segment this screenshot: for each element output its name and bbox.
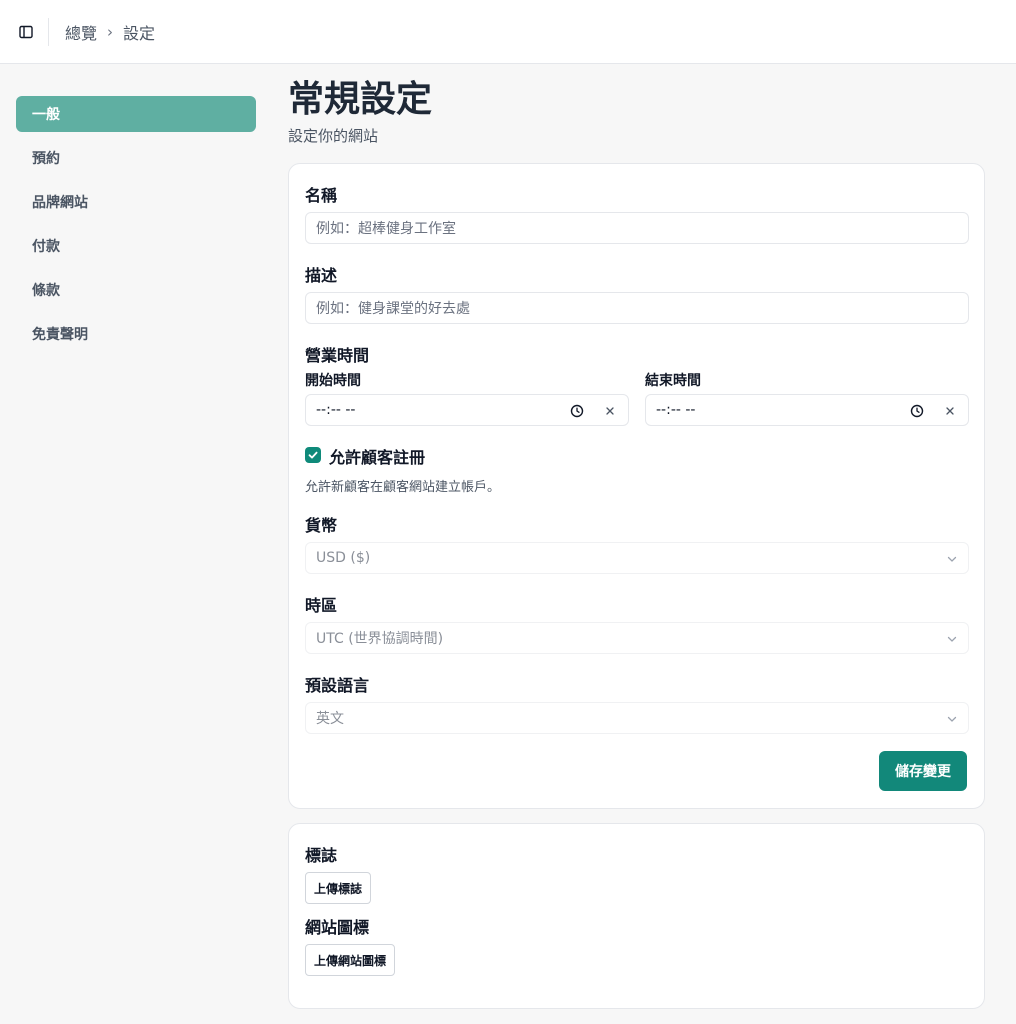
end-time-input[interactable]: --:-- -- <box>645 394 969 426</box>
nav-item-branded-site[interactable]: 品牌網站 <box>16 184 256 220</box>
chevron-down-icon <box>947 556 957 562</box>
timezone-value: UTC (世界協調時間) <box>316 631 444 647</box>
timezone-label: 時區 <box>305 596 338 615</box>
divider <box>48 17 49 46</box>
top-bar: 總覽 › 設定 <box>0 0 1016 64</box>
language-value: 英文 <box>316 711 344 727</box>
name-label: 名稱 <box>305 186 338 205</box>
start-time-label: 開始時間 <box>305 373 361 389</box>
currency-value: USD ($) <box>316 550 371 566</box>
breadcrumb-overview[interactable]: 總覽 <box>65 20 97 44</box>
start-time-input[interactable]: --:-- -- <box>305 394 629 426</box>
nav-item-general[interactable]: 一般 <box>16 96 256 132</box>
start-time-value: --:-- -- <box>316 402 356 418</box>
end-time-value: --:-- -- <box>656 402 696 418</box>
page-header: 常規設定 設定你的網站 <box>288 78 985 146</box>
language-label: 預設語言 <box>305 676 370 695</box>
end-time-label: 結束時間 <box>645 373 701 389</box>
breadcrumb: 總覽 › 設定 <box>65 20 155 44</box>
nav-item-booking[interactable]: 預約 <box>16 140 256 176</box>
nav-item-disclaimer[interactable]: 免責聲明 <box>16 316 256 352</box>
breadcrumb-separator: › <box>107 22 114 41</box>
business-hours-label: 營業時間 <box>305 346 370 365</box>
name-input[interactable]: 例如：超棒健身工作室 <box>305 212 969 244</box>
timezone-select[interactable]: UTC (世界協調時間) <box>305 622 969 654</box>
page-title: 常規設定 <box>288 79 433 120</box>
clock-icon[interactable] <box>910 404 924 418</box>
chevron-down-icon <box>947 636 957 642</box>
favicon-label: 網站圖標 <box>305 918 370 937</box>
settings-nav: 一般 預約 品牌網站 付款 條款 免責聲明 <box>16 96 256 360</box>
currency-label: 貨幣 <box>305 516 338 535</box>
breadcrumb-current: 設定 <box>123 23 156 43</box>
general-settings-card: 名稱 例如：超棒健身工作室 描述 例如：健身課堂的好去處 營業時間 開始時間 -… <box>288 163 985 809</box>
allow-registration-helper: 允許新顧客在顧客網站建立帳戶。 <box>305 480 501 495</box>
nav-item-terms[interactable]: 條款 <box>16 272 256 308</box>
description-label: 描述 <box>305 266 338 285</box>
nav-item-payments[interactable]: 付款 <box>16 228 256 264</box>
chevron-down-icon <box>947 716 957 722</box>
clock-icon[interactable] <box>570 404 584 418</box>
sidebar-toggle-icon[interactable] <box>16 22 36 42</box>
language-select[interactable]: 英文 <box>305 702 969 734</box>
upload-logo-button[interactable]: 上傳標誌 <box>305 872 372 904</box>
save-changes-button[interactable]: 儲存變更 <box>879 751 967 791</box>
clear-icon[interactable] <box>943 404 957 418</box>
upload-favicon-button[interactable]: 上傳網站圖標 <box>305 944 396 976</box>
branding-card: 標誌 上傳標誌 網站圖標 上傳網站圖標 <box>288 823 985 1009</box>
page-subtitle: 設定你的網站 <box>288 127 379 145</box>
currency-select[interactable]: USD ($) <box>305 542 969 574</box>
check-icon <box>308 451 318 459</box>
logo-label: 標誌 <box>305 846 338 865</box>
allow-registration-label[interactable]: 允許顧客註冊 <box>329 444 425 468</box>
clear-icon[interactable] <box>603 404 617 418</box>
allow-registration-checkbox[interactable] <box>305 447 321 463</box>
description-input[interactable]: 例如：健身課堂的好去處 <box>305 292 969 324</box>
